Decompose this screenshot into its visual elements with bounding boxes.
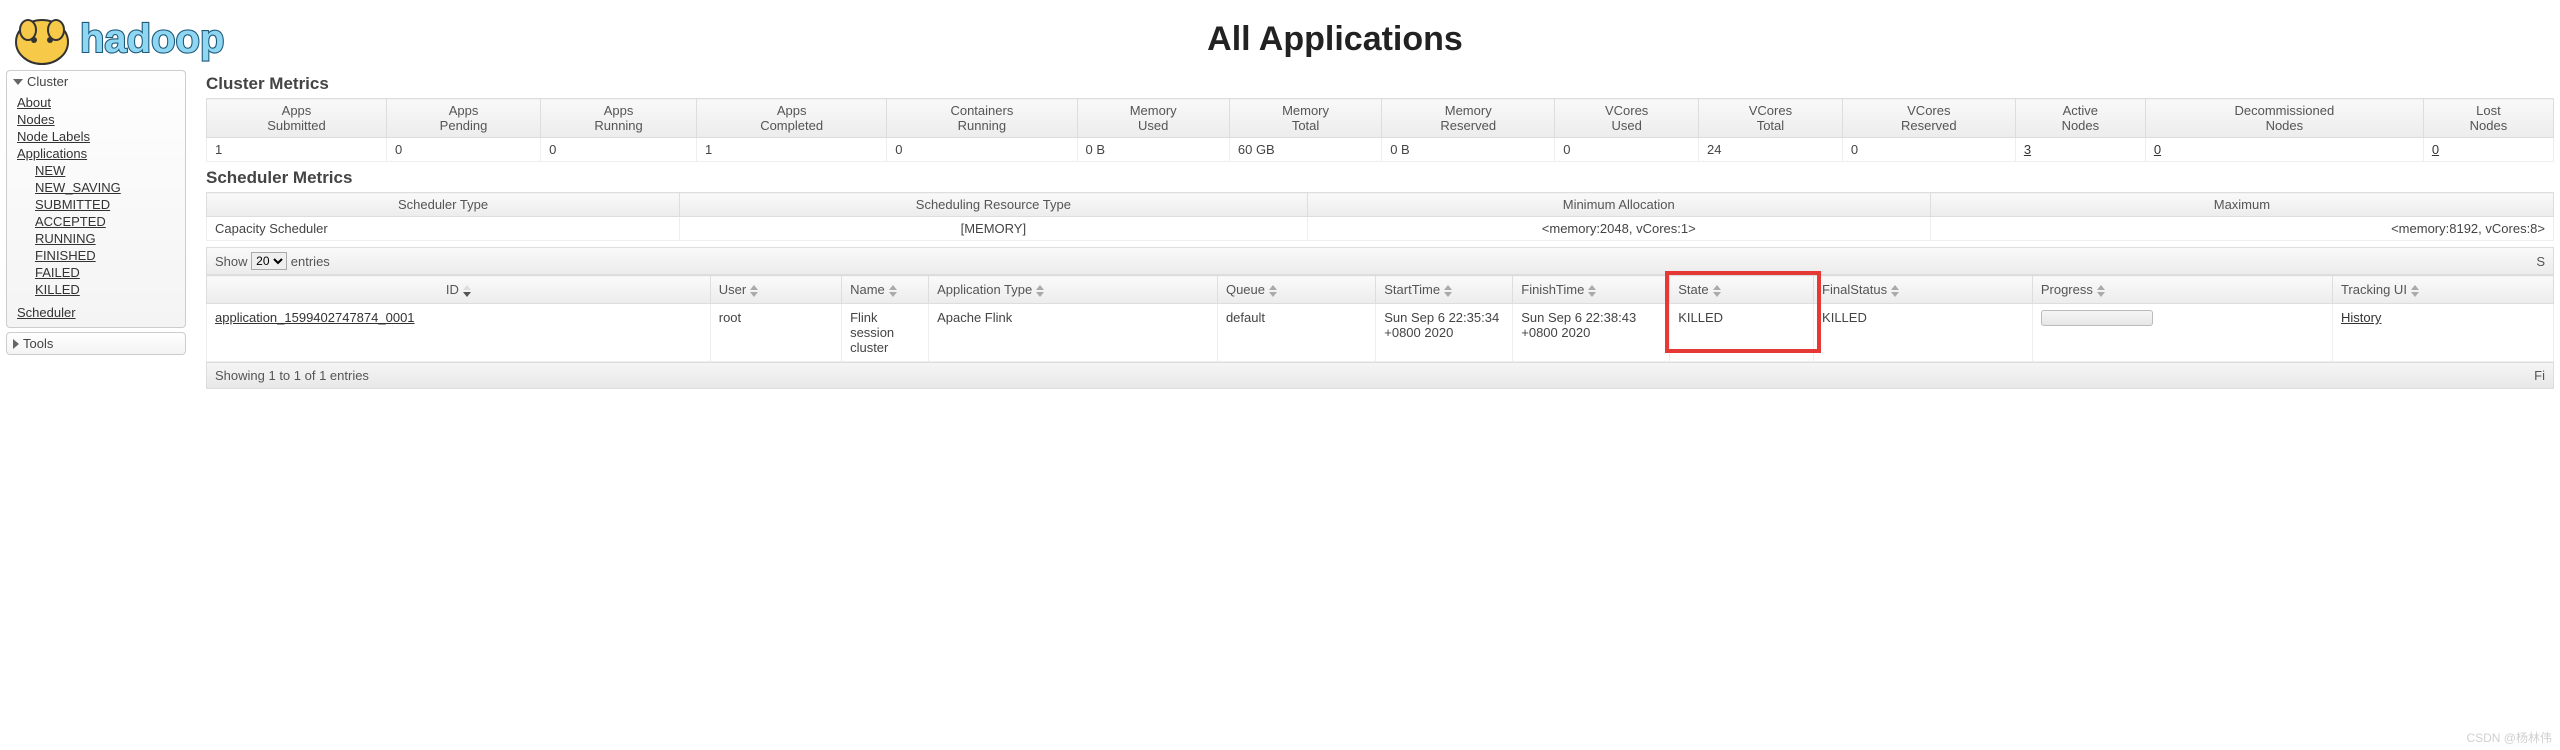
sm-header: Minimum Allocation xyxy=(1307,193,1930,217)
cm-cell: 0 xyxy=(541,138,697,162)
cm-header: MemoryUsed xyxy=(1077,99,1229,138)
progress-bar xyxy=(2041,310,2153,326)
apps-header-state[interactable]: State xyxy=(1670,276,1814,304)
cm-header: AppsSubmitted xyxy=(207,99,387,138)
apps-header-starttime[interactable]: StartTime xyxy=(1376,276,1513,304)
apps-header-finalstatus[interactable]: FinalStatus xyxy=(1814,276,2033,304)
cell-state: KILLED xyxy=(1670,304,1814,362)
cell-start: Sun Sep 6 22:35:34 +0800 2020 xyxy=(1376,304,1513,362)
scheduler-metrics-table: Scheduler TypeScheduling Resource TypeMi… xyxy=(206,192,2554,241)
sidebar-item-state-accepted[interactable]: ACCEPTED xyxy=(13,213,179,230)
sidebar-item-about[interactable]: About xyxy=(13,94,179,111)
cm-header: MemoryTotal xyxy=(1229,99,1381,138)
cm-cell: 0 xyxy=(386,138,540,162)
cm-cell: 24 xyxy=(1699,138,1843,162)
sidebar-item-state-running[interactable]: RUNNING xyxy=(13,230,179,247)
cell-finish: Sun Sep 6 22:38:43 +0800 2020 xyxy=(1513,304,1670,362)
cm-header: AppsCompleted xyxy=(697,99,887,138)
watermark: CSDN @杨林伟 xyxy=(2466,729,2552,746)
cm-header: VCoresUsed xyxy=(1555,99,1699,138)
page-title: All Applications xyxy=(120,20,2550,59)
cm-header: LostNodes xyxy=(2423,99,2553,138)
cell-user: root xyxy=(710,304,841,362)
apps-header-user[interactable]: User xyxy=(710,276,841,304)
sm-cell: <memory:8192, vCores:8> xyxy=(1930,217,2553,241)
sidebar: Cluster AboutNodesNode LabelsApplication… xyxy=(6,70,186,359)
sm-cell: <memory:2048, vCores:1> xyxy=(1307,217,1930,241)
cell-tracking: History xyxy=(2332,304,2553,362)
cell-progress xyxy=(2032,304,2332,362)
cluster-metrics-table: AppsSubmittedAppsPendingAppsRunningAppsC… xyxy=(206,98,2554,162)
sidebar-item-state-killed[interactable]: KILLED xyxy=(13,281,179,298)
cm-cell: 0 xyxy=(887,138,1077,162)
cm-header: ActiveNodes xyxy=(2015,99,2145,138)
cm-link[interactable]: 0 xyxy=(2432,142,2439,157)
sm-header: Maximum xyxy=(1930,193,2553,217)
sidebar-group-cluster: Cluster AboutNodesNode LabelsApplication… xyxy=(6,70,186,328)
cm-cell: 0 B xyxy=(1382,138,1555,162)
cell-name: Flink session cluster xyxy=(842,304,929,362)
cm-cell: 60 GB xyxy=(1229,138,1381,162)
section-title-scheduler-metrics: Scheduler Metrics xyxy=(206,168,2554,188)
apps-header-queue[interactable]: Queue xyxy=(1217,276,1375,304)
apps-header-finishtime[interactable]: FinishTime xyxy=(1513,276,1670,304)
cm-link[interactable]: 3 xyxy=(2024,142,2031,157)
cm-header: VCoresReserved xyxy=(1842,99,2015,138)
apps-header-name[interactable]: Name xyxy=(842,276,929,304)
section-title-cluster-metrics: Cluster Metrics xyxy=(206,74,2554,94)
cm-cell: 3 xyxy=(2015,138,2145,162)
tracking-link[interactable]: History xyxy=(2341,310,2381,325)
length-control: Show 20 entries S xyxy=(206,247,2554,275)
sm-header: Scheduler Type xyxy=(207,193,680,217)
applications-table: IDUserNameApplication TypeQueueStartTime… xyxy=(206,275,2554,362)
app-id-link[interactable]: application_1599402747874_0001 xyxy=(215,310,415,325)
sidebar-item-scheduler[interactable]: Scheduler xyxy=(13,304,179,321)
apps-header-id[interactable]: ID xyxy=(207,276,711,304)
apps-header-tracking-ui[interactable]: Tracking UI xyxy=(2332,276,2553,304)
sidebar-item-state-new_saving[interactable]: NEW_SAVING xyxy=(13,179,179,196)
table-row: application_1599402747874_0001 rootFlink … xyxy=(207,304,2554,362)
chevron-down-icon xyxy=(13,79,23,85)
cm-header: MemoryReserved xyxy=(1382,99,1555,138)
cell-queue: default xyxy=(1217,304,1375,362)
cm-cell: 0 xyxy=(2423,138,2553,162)
cm-cell: 0 xyxy=(1842,138,2015,162)
sidebar-item-state-finished[interactable]: FINISHED xyxy=(13,247,179,264)
search-label: S xyxy=(2536,254,2545,269)
cm-cell: 0 xyxy=(1555,138,1699,162)
cm-header: VCoresTotal xyxy=(1699,99,1843,138)
cm-cell: 0 xyxy=(2145,138,2423,162)
sidebar-item-nodes[interactable]: Nodes xyxy=(13,111,179,128)
cm-header: AppsRunning xyxy=(541,99,697,138)
cm-cell: 1 xyxy=(207,138,387,162)
chevron-right-icon xyxy=(13,339,19,349)
cm-cell: 0 B xyxy=(1077,138,1229,162)
cm-header: ContainersRunning xyxy=(887,99,1077,138)
apps-header-progress[interactable]: Progress xyxy=(2032,276,2332,304)
page-length-select[interactable]: 20 xyxy=(251,252,287,270)
sidebar-header-cluster[interactable]: Cluster xyxy=(7,71,185,92)
sidebar-item-node-labels[interactable]: Node Labels xyxy=(13,128,179,145)
sm-header: Scheduling Resource Type xyxy=(680,193,1308,217)
sidebar-item-state-submitted[interactable]: SUBMITTED xyxy=(13,196,179,213)
sidebar-group-tools[interactable]: Tools xyxy=(6,332,186,355)
apps-header-application-type[interactable]: Application Type xyxy=(929,276,1218,304)
table-info-footer: Showing 1 to 1 of 1 entries Fi xyxy=(206,362,2554,389)
cm-cell: 1 xyxy=(697,138,887,162)
sidebar-item-state-new[interactable]: NEW xyxy=(13,162,179,179)
cell-type: Apache Flink xyxy=(929,304,1218,362)
cell-final: KILLED xyxy=(1814,304,2033,362)
sm-cell: Capacity Scheduler xyxy=(207,217,680,241)
sidebar-item-state-failed[interactable]: FAILED xyxy=(13,264,179,281)
cm-header: DecommissionedNodes xyxy=(2145,99,2423,138)
cm-link[interactable]: 0 xyxy=(2154,142,2161,157)
cm-header: AppsPending xyxy=(386,99,540,138)
cell-id: application_1599402747874_0001 xyxy=(207,304,711,362)
sidebar-item-applications[interactable]: Applications xyxy=(13,145,179,162)
sm-cell: [MEMORY] xyxy=(680,217,1308,241)
